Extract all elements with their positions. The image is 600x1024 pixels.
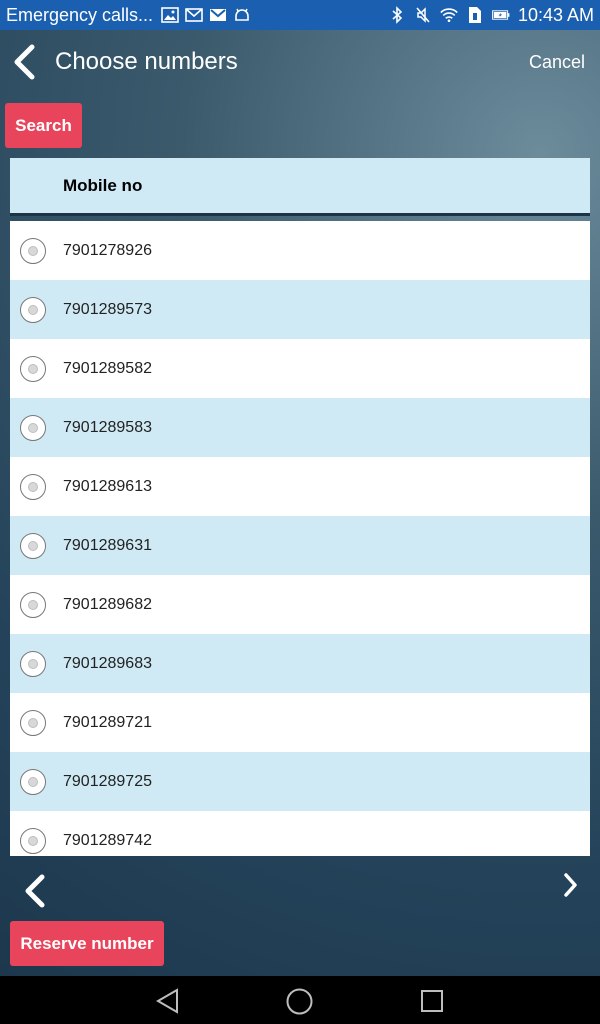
system-nav-bar <box>0 976 600 1024</box>
notification-title: Emergency calls... <box>6 4 154 25</box>
status-left: Emergency calls... <box>0 5 251 26</box>
radio-dot-icon <box>28 599 38 610</box>
mobile-number: 7901289742 <box>63 831 152 849</box>
number-list[interactable]: 7901278926 7901289573 7901289582 7901289583… <box>10 221 590 856</box>
mute-icon <box>414 7 432 23</box>
gmail-icon <box>209 7 227 23</box>
mobile-number: 7901289682 <box>63 595 152 613</box>
nav-recent-apps-button[interactable] <box>421 990 443 1012</box>
table-row[interactable]: 7901278926 <box>10 221 590 280</box>
mobile-number: 7901289582 <box>63 359 152 377</box>
mobile-number: 7901289573 <box>63 300 152 318</box>
table-row[interactable]: 7901289742 <box>10 811 590 856</box>
status-right: 10:43 AM <box>388 5 600 26</box>
page-title: Choose numbers <box>55 48 238 75</box>
radio-dot-icon <box>28 776 38 787</box>
mobile-number: 7901289631 <box>63 536 152 554</box>
sim-icon <box>466 7 484 23</box>
radio-dot-icon <box>28 835 38 846</box>
table-row[interactable]: 7901289683 <box>10 634 590 693</box>
mobile-number: 7901278926 <box>63 241 152 259</box>
nav-home-button[interactable] <box>286 988 313 1015</box>
reserve-number-button[interactable]: Reserve number <box>10 921 164 966</box>
radio-dot-icon <box>28 304 38 315</box>
radio-button[interactable] <box>20 650 46 677</box>
table-header: Mobile no <box>10 158 590 216</box>
table-row[interactable]: 7901289631 <box>10 516 590 575</box>
radio-button[interactable] <box>20 414 46 441</box>
table-row[interactable]: 7901289583 <box>10 398 590 457</box>
radio-dot-icon <box>28 481 38 492</box>
previous-page-button[interactable] <box>20 873 50 909</box>
radio-dot-icon <box>28 422 38 433</box>
chevron-right-icon <box>564 873 577 897</box>
cancel-button[interactable]: Cancel <box>529 52 585 73</box>
back-arrow-icon <box>14 44 35 80</box>
android-icon <box>233 7 251 23</box>
notification-icons <box>161 7 251 23</box>
mobile-number: 7901289725 <box>63 772 152 790</box>
app-header: Choose numbers Cancel <box>0 30 600 94</box>
chevron-left-icon <box>25 874 45 908</box>
wifi-icon <box>440 7 458 23</box>
table-row[interactable]: 7901289613 <box>10 457 590 516</box>
triangle-back-icon <box>156 988 178 1014</box>
mobile-number: 7901289583 <box>63 418 152 436</box>
status-bar: Emergency calls... 10:43 AM <box>0 0 600 30</box>
table-row[interactable]: 7901289725 <box>10 752 590 811</box>
table-row[interactable]: 7901289682 <box>10 575 590 634</box>
mail-icon <box>185 7 203 23</box>
radio-button[interactable] <box>20 827 46 854</box>
next-page-button[interactable] <box>560 872 580 898</box>
table-row[interactable]: 7901289721 <box>10 693 590 752</box>
table-row[interactable]: 7901289573 <box>10 280 590 339</box>
battery-icon <box>492 7 510 23</box>
column-header-mobile-no: Mobile no <box>63 175 143 195</box>
radio-dot-icon <box>28 540 38 551</box>
radio-dot-icon <box>28 363 38 374</box>
mobile-number: 7901289721 <box>63 713 152 731</box>
radio-button[interactable] <box>20 709 46 736</box>
radio-dot-icon <box>28 245 38 256</box>
radio-button[interactable] <box>20 473 46 500</box>
back-button[interactable] <box>10 44 40 80</box>
radio-button[interactable] <box>20 768 46 795</box>
radio-button[interactable] <box>20 237 46 264</box>
nav-back-button[interactable] <box>155 988 181 1014</box>
circle-home-icon <box>286 988 313 1015</box>
search-button[interactable]: Search <box>5 103 82 148</box>
square-recents-icon <box>421 990 443 1012</box>
radio-button[interactable] <box>20 296 46 323</box>
radio-dot-icon <box>28 658 38 669</box>
radio-dot-icon <box>28 717 38 728</box>
status-time: 10:43 AM <box>517 4 594 25</box>
radio-button[interactable] <box>20 532 46 559</box>
bluetooth-icon <box>388 6 406 24</box>
radio-button[interactable] <box>20 355 46 382</box>
mobile-number: 7901289613 <box>63 477 152 495</box>
mobile-number: 7901289683 <box>63 654 152 672</box>
radio-button[interactable] <box>20 591 46 618</box>
image-icon <box>161 7 179 23</box>
table-row[interactable]: 7901289582 <box>10 339 590 398</box>
